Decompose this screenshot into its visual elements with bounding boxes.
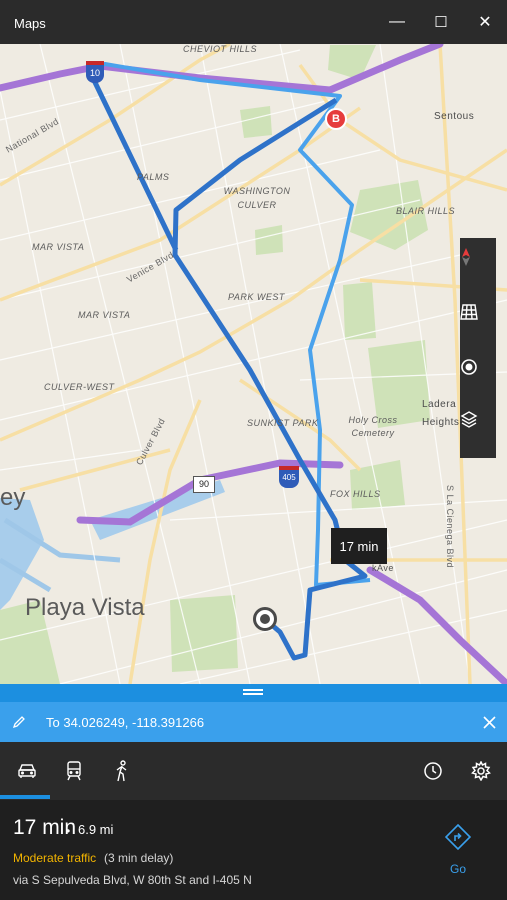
interstate-10-shield: 10 xyxy=(86,61,104,83)
route-90-shield: 90 xyxy=(193,476,215,493)
route-option-card[interactable]: 17 min • 6.9 mi Moderate traffic (3 min … xyxy=(0,800,507,900)
minimize-button[interactable]: — xyxy=(375,0,419,44)
route-via: via S Sepulveda Blvd, W 80th St and I-40… xyxy=(13,873,252,887)
label-palms: PALMS xyxy=(137,172,170,182)
go-label: Go xyxy=(449,862,466,876)
label-park-west: PARK WEST xyxy=(228,292,285,302)
interstate-405-shield: 405 xyxy=(279,466,299,488)
label-holy-cross: Holy Cross Cemetery xyxy=(348,415,398,438)
label-sentous: Sentous xyxy=(434,111,475,122)
layers-icon[interactable] xyxy=(460,410,496,446)
title-bar: Maps — ☐ ✕ xyxy=(0,0,507,44)
label-blair-hills: BLAIR HILLS xyxy=(396,206,456,216)
label-edge-fragment: ey xyxy=(0,484,26,511)
label-washington-culver: WASHINGTON CULVER xyxy=(223,186,291,210)
grid-icon[interactable] xyxy=(460,304,496,340)
label-mar-vista-2: MAR VISTA xyxy=(78,310,131,320)
go-button[interactable]: Go xyxy=(437,824,479,880)
traffic-delay: (3 min delay) xyxy=(104,851,174,865)
route-distance: 6.9 mi xyxy=(78,822,114,837)
label-sunkist-park: SUNKIST PARK xyxy=(247,418,319,428)
navigation-go-icon xyxy=(445,824,471,850)
label-ladera-heights: Ladera Heights xyxy=(422,399,460,428)
map-tools-panel xyxy=(460,238,496,458)
label-playa-vista: Playa Vista xyxy=(25,594,145,621)
label-la-cienega: S La Cienega Blvd xyxy=(445,485,455,569)
label-fox-hills: FOX HILLS xyxy=(330,489,381,499)
transit-icon[interactable] xyxy=(59,756,89,786)
clock-icon[interactable] xyxy=(418,756,448,786)
panel-resize-handle[interactable] xyxy=(0,684,507,702)
resize-grip-icon xyxy=(243,689,263,691)
selected-mode-indicator xyxy=(0,795,50,799)
destination-bar: To 34.026249, -118.391266 xyxy=(0,702,507,742)
route-separator: • xyxy=(66,824,71,838)
destination-b-marker[interactable]: B xyxy=(325,108,347,130)
clear-destination-icon[interactable] xyxy=(483,716,496,729)
maximize-button[interactable]: ☐ xyxy=(419,0,463,44)
walk-icon[interactable] xyxy=(107,756,137,786)
travel-mode-bar xyxy=(0,742,507,800)
label-ave-fragment: kAve xyxy=(372,563,394,573)
gear-icon[interactable] xyxy=(466,756,496,786)
destination-text[interactable]: To 34.026249, -118.391266 xyxy=(46,715,204,730)
label-cheviot-hills: CHEVIOT HILLS xyxy=(183,44,258,54)
traffic-status: Moderate traffic xyxy=(13,851,97,865)
close-window-button[interactable]: ✕ xyxy=(463,0,507,44)
label-mar-vista: MAR VISTA xyxy=(32,242,85,252)
edit-pencil-icon[interactable] xyxy=(12,715,26,729)
compass-icon[interactable] xyxy=(460,248,496,284)
route-time-tooltip: 17 min xyxy=(331,528,387,564)
label-culver-west: CULVER-WEST xyxy=(44,382,115,392)
map-graphics xyxy=(0,44,507,684)
current-location-marker[interactable] xyxy=(253,607,277,631)
car-icon[interactable] xyxy=(12,756,42,786)
locate-icon[interactable] xyxy=(460,358,496,394)
window-title: Maps xyxy=(14,16,46,31)
map-canvas[interactable]: 10 405 90 CHEVIOT HILLS PALMS WASHINGTON… xyxy=(0,44,507,684)
